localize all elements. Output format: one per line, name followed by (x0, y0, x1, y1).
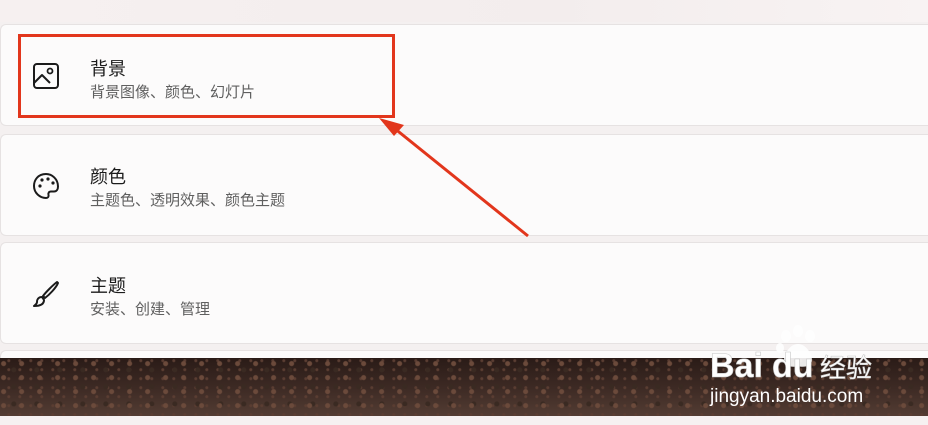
settings-item-subtitle: 主题色、透明效果、颜色主题 (90, 191, 286, 209)
baidu-watermark-logo: Bai du 经验 jingyan.baidu.com (709, 325, 872, 407)
watermark-brand: Bai (710, 347, 763, 385)
palette-icon (32, 172, 60, 200)
watermark-url: jingyan.baidu.com (709, 386, 863, 407)
watermark-brand-du: du (772, 347, 814, 385)
picture-icon (33, 63, 59, 89)
brush-icon (33, 281, 59, 307)
settings-item-title: 主题 (90, 276, 126, 297)
wallpaper-edge (0, 416, 928, 425)
settings-item-title: 颜色 (90, 167, 126, 188)
settings-item-subtitle: 背景图像、颜色、幻灯片 (90, 83, 256, 101)
watermark-tag: 经验 (820, 354, 872, 384)
settings-item-colors[interactable]: 颜色 主题色、透明效果、颜色主题 (0, 134, 928, 236)
settings-item-background[interactable]: 背景 背景图像、颜色、幻灯片 (0, 24, 928, 126)
top-background (0, 0, 928, 22)
settings-item-subtitle: 安装、创建、管理 (90, 300, 211, 318)
settings-item-title: 背景 (90, 59, 126, 80)
